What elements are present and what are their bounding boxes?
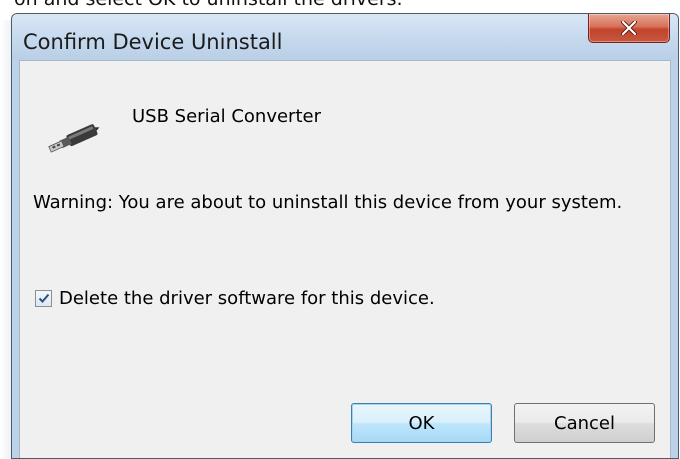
close-icon xyxy=(621,21,637,35)
checkmark-icon xyxy=(38,293,49,303)
warning-text: Warning: You are about to uninstall this… xyxy=(33,192,623,213)
dialog-title: Confirm Device Uninstall xyxy=(23,30,283,54)
delete-driver-label[interactable]: Delete the driver software for this devi… xyxy=(59,288,435,309)
ok-button[interactable]: OK xyxy=(351,403,492,443)
close-button[interactable] xyxy=(588,14,670,43)
delete-driver-checkbox[interactable] xyxy=(35,290,52,307)
confirm-uninstall-dialog: Confirm Device Uninstall USB Serial Conv… xyxy=(11,13,679,459)
title-bar[interactable]: Confirm Device Uninstall xyxy=(12,14,678,60)
device-name: USB Serial Converter xyxy=(132,106,321,127)
delete-driver-option[interactable]: Delete the driver software for this devi… xyxy=(35,288,435,309)
background-instruction-text: on and select OK to uninstall the driver… xyxy=(14,0,403,10)
cancel-button[interactable]: Cancel xyxy=(514,403,655,443)
usb-plug-icon xyxy=(48,124,100,153)
dialog-content: USB Serial Converter Warning: You are ab… xyxy=(19,60,671,458)
background-window-edge xyxy=(0,20,11,459)
